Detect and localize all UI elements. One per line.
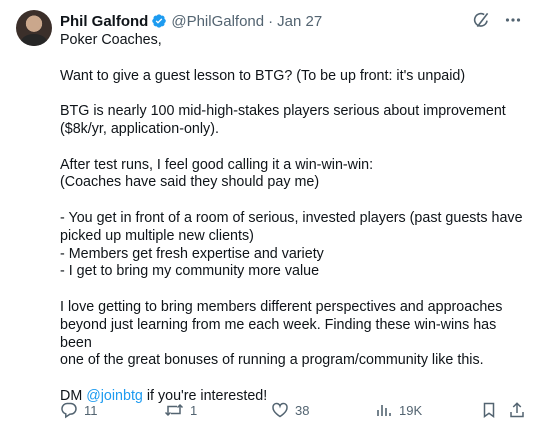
text-line: - I get to bring my community more value: [60, 263, 320, 280]
repost-count: 1: [190, 402, 198, 418]
text-line: beyond just learning from me each week. …: [60, 316, 497, 351]
tweet: Phil Galfond @PhilGalfond · Jan 27 Poker…: [0, 0, 536, 427]
text-line: BTG is nearly 100 mid-high-stakes player…: [60, 103, 506, 120]
text-line: picked up multiple new clients): [60, 227, 254, 244]
post-date[interactable]: Jan 27: [277, 13, 322, 30]
text-line: (Coaches have said they should pay me): [60, 174, 320, 191]
like-button[interactable]: 38: [271, 400, 309, 420]
more-icon[interactable]: [504, 11, 522, 29]
repost-icon: [164, 401, 184, 419]
like-icon: [271, 401, 289, 419]
repost-button[interactable]: 1: [164, 400, 197, 420]
text-line: I love getting to bring members differen…: [60, 298, 503, 315]
tweet-header: Phil Galfond @PhilGalfond · Jan 27: [60, 11, 522, 31]
author-name[interactable]: Phil Galfond: [60, 13, 148, 30]
share-icon: [508, 401, 526, 419]
reply-icon: [60, 401, 78, 419]
views-button[interactable]: 19K: [375, 400, 422, 420]
header-separator: ·: [268, 12, 274, 30]
reply-button[interactable]: 11: [60, 400, 98, 420]
tweet-text: Poker Coaches, Want to give a guest less…: [60, 32, 526, 406]
text-line: Want to give a guest lesson to BTG? (To …: [60, 67, 466, 84]
author-handle[interactable]: @PhilGalfond: [171, 13, 264, 30]
text-line: Poker Coaches,: [60, 32, 162, 48]
verified-badge-icon: [151, 13, 167, 29]
grok-icon[interactable]: [472, 11, 490, 29]
avatar-shirt: [21, 34, 47, 46]
text-line: - Members get fresh expertise and variet…: [60, 245, 324, 262]
share-button[interactable]: [508, 400, 526, 420]
header-actions: [472, 11, 522, 29]
views-icon: [375, 401, 393, 419]
like-count: 38: [295, 402, 310, 418]
bookmark-button[interactable]: [480, 400, 498, 420]
action-bar: 11 1 38 19K: [60, 400, 526, 420]
reply-count: 11: [84, 402, 98, 418]
text-line: ($8k/yr, application-only).: [60, 120, 219, 137]
text-line: After test runs, I feel good calling it …: [60, 156, 374, 173]
bookmark-icon: [480, 401, 498, 419]
text-line: - You get in front of a room of serious,…: [60, 209, 523, 226]
views-count: 19K: [399, 402, 423, 418]
avatar[interactable]: [16, 10, 52, 46]
text-line: one of the great bonuses of running a pr…: [60, 352, 484, 369]
